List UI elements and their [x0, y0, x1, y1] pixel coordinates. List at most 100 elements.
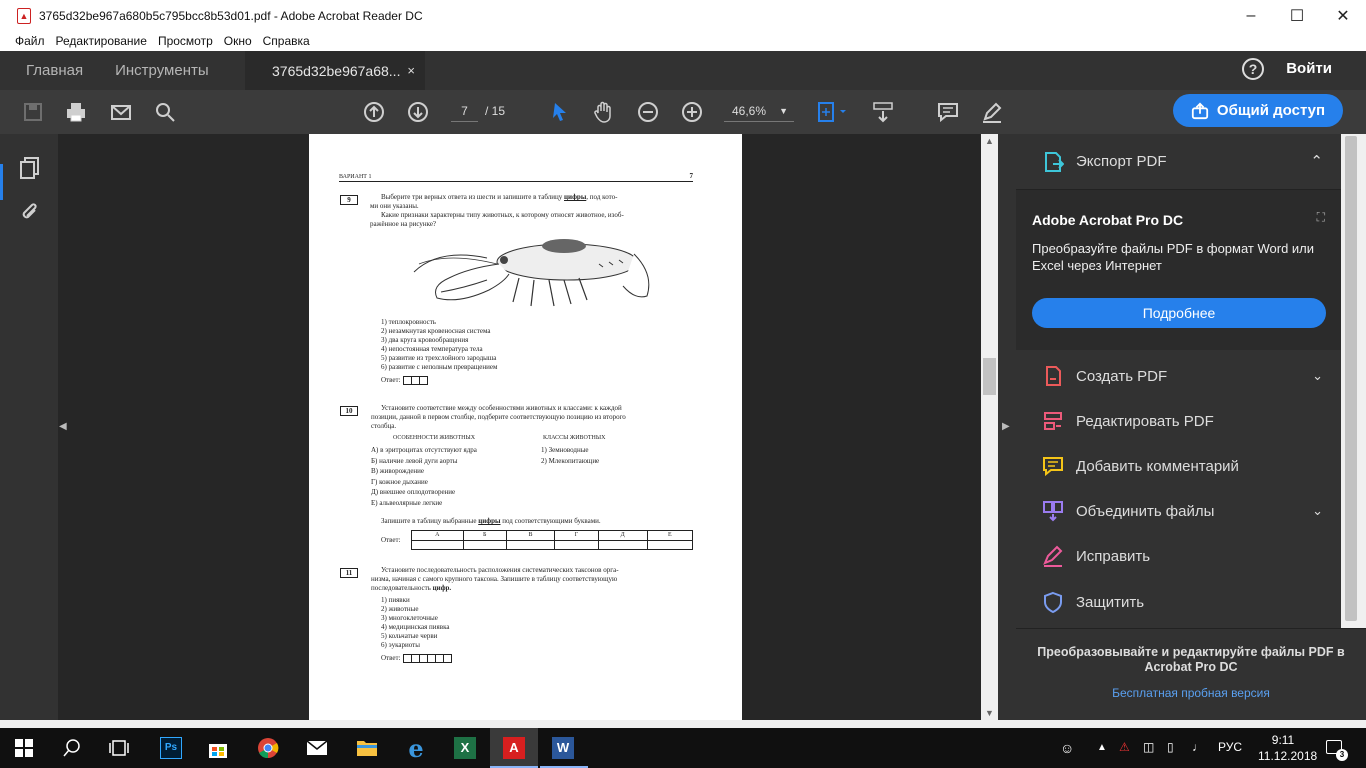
network-icon[interactable]: ◫	[1143, 740, 1154, 754]
language-indicator[interactable]: РУС	[1218, 740, 1242, 754]
store-icon[interactable]	[206, 736, 230, 760]
task-view-icon[interactable]	[107, 736, 131, 760]
clock[interactable]: 9:11 11.12.2018	[1258, 732, 1318, 764]
search-icon[interactable]	[153, 100, 177, 124]
scrollbar-thumb[interactable]	[983, 358, 996, 395]
chevron-up-icon[interactable]: ⌃	[1310, 152, 1323, 170]
email-icon[interactable]	[109, 100, 133, 124]
battery-icon[interactable]: ▯	[1167, 740, 1174, 754]
chevron-down-icon[interactable]: ⌄	[1312, 368, 1323, 384]
tool-fix[interactable]: Исправить	[1016, 536, 1341, 576]
combine-files-icon	[1043, 501, 1063, 522]
tab-home[interactable]: Главная	[0, 51, 99, 90]
file-explorer-icon[interactable]	[355, 736, 379, 760]
minimize-icon[interactable]: –	[1228, 0, 1274, 31]
active-indicator	[0, 164, 3, 200]
menu-view[interactable]: Просмотр	[158, 34, 213, 48]
edge-icon[interactable]: e	[404, 734, 428, 763]
acrobat-taskbar-icon[interactable]: A	[502, 736, 526, 760]
chrome-icon[interactable]	[256, 736, 280, 760]
notification-count: 3	[1336, 749, 1348, 761]
zoom-in-icon[interactable]	[680, 100, 704, 124]
antivirus-tray-icon[interactable]: ⚠	[1119, 740, 1130, 754]
close-icon[interactable]: ✕	[1320, 0, 1366, 31]
document-viewport[interactable]: ВАРИАНТ 1 7 9 Выберите три верных ответа…	[70, 134, 981, 720]
pro-promo-footer: Преобразовывайте и редактируйте файлы PD…	[1016, 628, 1366, 720]
save-icon[interactable]	[21, 100, 45, 124]
export-pdf-icon	[1045, 151, 1064, 172]
option-item: 6) развитие с неполным превращением	[381, 363, 498, 371]
tool-protect[interactable]: Защитить	[1016, 582, 1341, 622]
share-label: Общий доступ	[1216, 102, 1326, 119]
scroll-down-icon[interactable]: ▼	[985, 708, 994, 718]
search-icon[interactable]	[60, 736, 84, 760]
attachment-icon[interactable]	[19, 201, 41, 230]
free-trial-link[interactable]: Бесплатная пробная версия	[1036, 686, 1346, 700]
tab-tools[interactable]: Инструменты	[99, 51, 225, 90]
col2-header: КЛАССЫ ЖИВОТНЫХ	[543, 435, 606, 441]
print-icon[interactable]	[64, 100, 88, 124]
menu-file[interactable]: Файл	[15, 34, 45, 48]
collapse-right-icon[interactable]: ▶	[1002, 421, 1010, 432]
q11-text: Установите последовательность расположен…	[371, 566, 619, 592]
word-icon[interactable]: W	[551, 736, 575, 760]
excel-icon[interactable]: X	[453, 736, 477, 760]
maximize-icon[interactable]: ☐	[1274, 0, 1320, 31]
q10-instruction: Запишите в таблицу выбранные цифры под с…	[381, 517, 601, 525]
left-collapse-strip[interactable]: ◀	[58, 134, 70, 720]
menu-edit[interactable]: Редактирование	[56, 34, 147, 48]
tool-add-comment[interactable]: Добавить комментарий	[1016, 446, 1341, 486]
page-number-input[interactable]: 7	[451, 100, 478, 122]
menu-window[interactable]: Окно	[224, 34, 252, 48]
q11-options: 1) пиявки 2) животные 3) многоклеточные …	[381, 596, 452, 663]
windows-start-icon[interactable]	[12, 736, 36, 760]
select-cursor-icon[interactable]	[548, 100, 572, 124]
promo-text: Преобразуйте файлы PDF в формат Word или…	[1032, 241, 1315, 273]
page-down-icon[interactable]	[406, 100, 430, 124]
scroll-mode-icon[interactable]	[871, 100, 895, 124]
menu-help[interactable]: Справка	[263, 34, 310, 48]
tab-document[interactable]: 3765d32be967a68... ×	[245, 51, 425, 90]
edit-pdf-icon	[1044, 412, 1062, 430]
right-collapse-strip[interactable]: ▶	[998, 134, 1016, 720]
page-up-icon[interactable]	[362, 100, 386, 124]
taskbar: Ps e X A W ☺ ▲ ⚠ ◫ ▯ ♩ РУС 9:11 11.12.20…	[0, 728, 1366, 768]
fit-page-icon[interactable]	[815, 100, 851, 124]
create-pdf-icon	[1046, 366, 1061, 386]
hand-tool-icon[interactable]	[592, 100, 616, 124]
answer-row: Ответ:	[381, 376, 497, 385]
login-button[interactable]: Войти	[1286, 60, 1332, 77]
question-number: 10	[340, 406, 358, 416]
pen-tool-icon	[1043, 545, 1063, 567]
highlight-pen-icon[interactable]	[980, 100, 1004, 124]
option-item: 4) непостоянная температура тела	[381, 345, 483, 353]
comment-icon[interactable]	[936, 100, 960, 124]
clock-date: 11.12.2018	[1258, 749, 1318, 763]
document-scrollbar[interactable]: ▲ ▼	[981, 134, 998, 720]
mail-icon[interactable]	[305, 736, 329, 760]
page-thumbnails-icon[interactable]	[19, 156, 41, 185]
share-button[interactable]: Общий доступ	[1173, 94, 1343, 127]
photoshop-icon[interactable]: Ps	[159, 736, 183, 760]
panel-scrollbar-thumb[interactable]	[1345, 136, 1357, 621]
help-icon[interactable]: ?	[1242, 58, 1264, 80]
zoom-select[interactable]: 46,6% ▼	[724, 100, 794, 122]
tab-close-icon[interactable]: ×	[407, 63, 415, 78]
variant-label: ВАРИАНТ 1	[339, 174, 372, 180]
tool-create-pdf[interactable]: Создать PDF ⌄	[1016, 356, 1341, 396]
people-icon[interactable]: ☺	[1060, 740, 1074, 756]
footer-text: Преобразовывайте и редактируйте файлы PD…	[1037, 645, 1345, 674]
volume-icon[interactable]: ♩	[1192, 740, 1204, 754]
scroll-up-icon[interactable]: ▲	[985, 136, 994, 146]
tool-combine-files[interactable]: Объединить файлы ⌄	[1016, 491, 1341, 531]
option-item: 5) развитие из трехслойного зародыша	[381, 354, 497, 362]
zoom-out-icon[interactable]	[636, 100, 660, 124]
tool-edit-pdf[interactable]: Редактировать PDF	[1016, 401, 1341, 441]
collapse-left-icon[interactable]: ◀	[59, 421, 67, 432]
option-item: 1) теплокровность	[381, 318, 436, 326]
export-pdf-header[interactable]: Экспорт PDF ⌃	[1016, 134, 1341, 190]
chevron-down-icon[interactable]: ⌄	[1312, 503, 1323, 519]
tray-expand-icon[interactable]: ▲	[1097, 742, 1107, 753]
promo-title: Adobe Acrobat Pro DC	[1032, 212, 1184, 228]
learn-more-button[interactable]: Подробнее	[1032, 298, 1326, 328]
